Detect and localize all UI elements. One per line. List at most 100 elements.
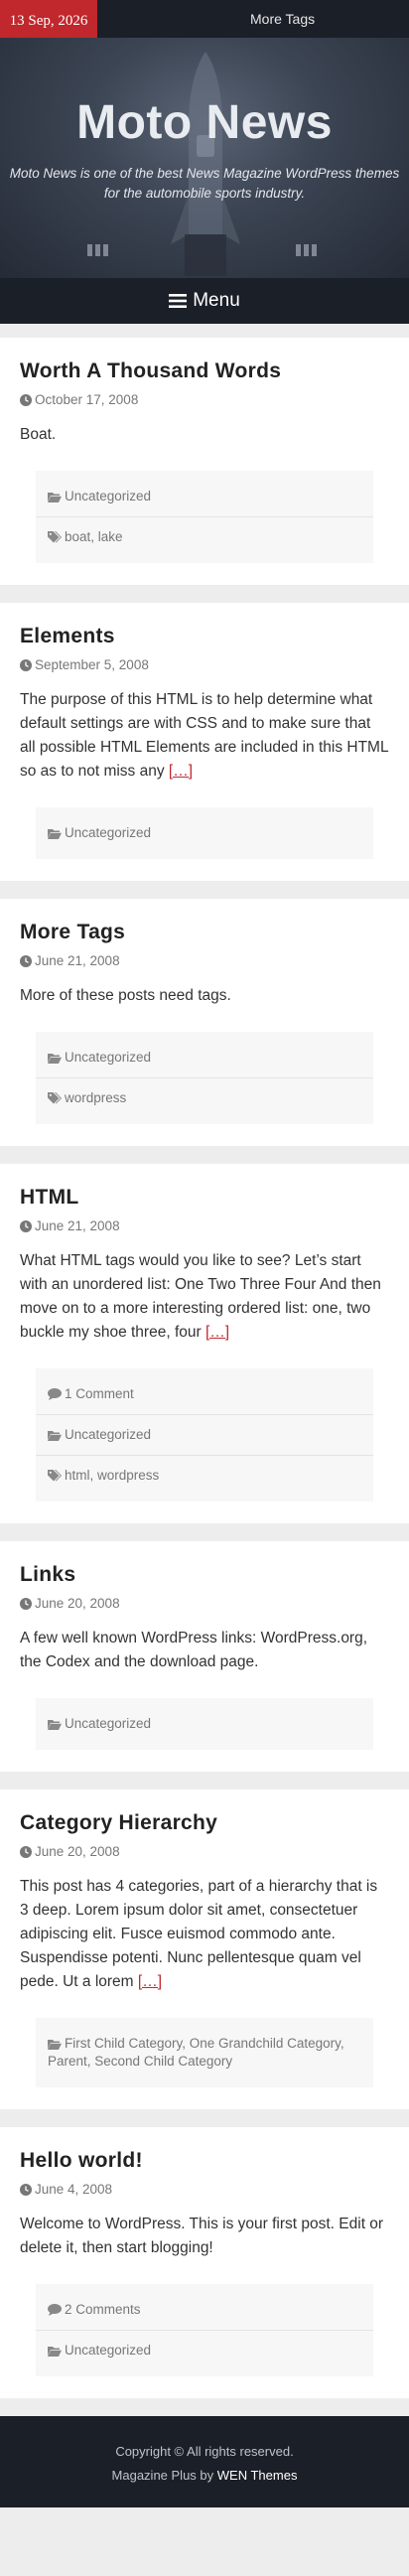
post-categories[interactable]: Uncategorized (36, 2330, 373, 2370)
clock-icon (20, 1598, 32, 1610)
post-date[interactable]: June 20, 2008 (20, 1596, 389, 1611)
post-comments[interactable]: 2 Comments (36, 2290, 373, 2330)
post-tags[interactable]: html, wordpress (36, 1455, 373, 1496)
read-more-link[interactable]: […] (138, 1973, 162, 1990)
clock-icon (20, 2184, 32, 2196)
tags-icon (48, 531, 62, 543)
post-date-text: June 21, 2008 (35, 1218, 120, 1233)
post-date-text: June 21, 2008 (35, 953, 120, 968)
post-footer: Uncategorized boat, lake (36, 471, 373, 563)
date-badge: 13 Sep, 2026 (0, 0, 97, 42)
post-date[interactable]: June 21, 2008 (20, 1218, 389, 1233)
post-categories-text: Uncategorized (65, 1050, 152, 1065)
post-categories[interactable]: Uncategorized (36, 1038, 373, 1077)
post-excerpt-text: What HTML tags would you like to see? Le… (20, 1252, 381, 1341)
post-comments[interactable]: 1 Comment (36, 1374, 373, 1414)
post-card: Worth A Thousand Words October 17, 2008 … (0, 338, 409, 585)
post-excerpt: The purpose of this HTML is to help dete… (20, 688, 389, 784)
tags-icon (48, 1092, 62, 1104)
post-excerpt-text: The purpose of this HTML is to help dete… (20, 691, 389, 780)
post-card: More Tags June 21, 2008 More of these po… (0, 899, 409, 1146)
post-title[interactable]: Links (20, 1563, 389, 1587)
post-excerpt: A few well known WordPress links: WordPr… (20, 1627, 389, 1674)
folder-open-icon (48, 2347, 62, 2357)
folder-open-icon (48, 493, 62, 502)
clock-icon (20, 1846, 32, 1858)
site-footer: Copyright © All rights reserved. Magazin… (0, 2416, 409, 2507)
post-excerpt: This post has 4 categories, part of a hi… (20, 1875, 389, 1994)
post-date[interactable]: June 20, 2008 (20, 1844, 389, 1859)
post-categories[interactable]: Uncategorized (36, 813, 373, 853)
theme-author-link[interactable]: WEN Themes (217, 2468, 298, 2483)
post-comments-text: 1 Comment (65, 1386, 134, 1401)
post-date[interactable]: June 4, 2008 (20, 2182, 389, 2197)
post-footer: Uncategorized (36, 1698, 373, 1750)
post-excerpt-text: Welcome to WordPress. This is your first… (20, 2216, 384, 2256)
post-date-text: June 4, 2008 (35, 2182, 113, 2197)
post-list: Worth A Thousand Words October 17, 2008 … (0, 324, 409, 2398)
site-title[interactable]: Moto News (0, 95, 409, 150)
post-title[interactable]: More Tags (20, 921, 389, 944)
top-nav-link[interactable]: More Tags (250, 0, 315, 38)
post-date[interactable]: October 17, 2008 (20, 392, 389, 407)
header-lights-decoration (87, 244, 317, 256)
post-card: Hello world! June 4, 2008 Welcome to Wor… (0, 2127, 409, 2398)
post-categories-text: Uncategorized (65, 1716, 152, 1731)
post-footer: Uncategorized (36, 807, 373, 859)
post-date-text: June 20, 2008 (35, 1844, 120, 1859)
post-excerpt: Boat. (20, 423, 389, 447)
post-tags-text: wordpress (65, 1090, 127, 1105)
menu-label: Menu (193, 290, 240, 311)
post-title[interactable]: Worth A Thousand Words (20, 359, 389, 383)
post-excerpt: More of these posts need tags. (20, 984, 389, 1008)
read-more-link[interactable]: […] (205, 1324, 229, 1341)
tags-icon (48, 1470, 62, 1482)
post-excerpt: Welcome to WordPress. This is your first… (20, 2213, 389, 2260)
post-title[interactable]: Hello world! (20, 2149, 389, 2173)
post-excerpt-text: More of these posts need tags. (20, 987, 231, 1004)
post-excerpt: What HTML tags would you like to see? Le… (20, 1249, 389, 1345)
clock-icon (20, 659, 32, 671)
post-tags[interactable]: boat, lake (36, 516, 373, 557)
clock-icon (20, 394, 32, 406)
post-excerpt-text: This post has 4 categories, part of a hi… (20, 1878, 378, 1990)
post-tags-text: boat, lake (65, 529, 123, 544)
post-footer: First Child Category, One Grandchild Cat… (36, 2018, 373, 2087)
post-card: HTML June 21, 2008 What HTML tags would … (0, 1164, 409, 1523)
post-title[interactable]: Category Hierarchy (20, 1811, 389, 1835)
post-footer: 2 Comments Uncategorized (36, 2284, 373, 2376)
post-title[interactable]: HTML (20, 1186, 389, 1210)
post-categories[interactable]: Uncategorized (36, 477, 373, 516)
post-footer: 1 Comment Uncategorized html, wordpress (36, 1368, 373, 1502)
clock-icon (20, 1220, 32, 1232)
copyright-text: Copyright © All rights reserved. (115, 2444, 294, 2459)
post-categories[interactable]: Uncategorized (36, 1704, 373, 1744)
site-header: Moto News Moto News is one of the best N… (0, 38, 409, 278)
menu-toggle[interactable]: Menu (0, 278, 409, 324)
read-more-link[interactable]: […] (169, 763, 193, 780)
post-categories[interactable]: Uncategorized (36, 1414, 373, 1455)
post-excerpt-text: A few well known WordPress links: WordPr… (20, 1630, 368, 1670)
post-date[interactable]: June 21, 2008 (20, 953, 389, 968)
post-card: Category Hierarchy June 20, 2008 This po… (0, 1789, 409, 2109)
post-date-text: September 5, 2008 (35, 657, 149, 672)
comment-icon (48, 1388, 62, 1400)
post-date-text: October 17, 2008 (35, 392, 139, 407)
post-card: Elements September 5, 2008 The purpose o… (0, 603, 409, 881)
post-categories-text: Uncategorized (65, 1427, 152, 1442)
post-categories[interactable]: First Child Category, One Grandchild Cat… (36, 2024, 373, 2081)
folder-open-icon (48, 1054, 62, 1064)
site-description: Moto News is one of the best News Magazi… (9, 166, 400, 201)
post-footer: Uncategorized wordpress (36, 1032, 373, 1124)
theme-name[interactable]: Magazine Plus (112, 2468, 197, 2483)
comment-icon (48, 2304, 62, 2316)
post-tags-text: html, wordpress (65, 1468, 160, 1483)
folder-open-icon (48, 1720, 62, 1730)
post-categories-text: Uncategorized (65, 489, 152, 503)
post-date-text: June 20, 2008 (35, 1596, 120, 1611)
post-title[interactable]: Elements (20, 625, 389, 648)
bars-icon (169, 294, 188, 308)
post-tags[interactable]: wordpress (36, 1077, 373, 1118)
post-date[interactable]: September 5, 2008 (20, 657, 389, 672)
post-comments-text: 2 Comments (65, 2302, 141, 2317)
